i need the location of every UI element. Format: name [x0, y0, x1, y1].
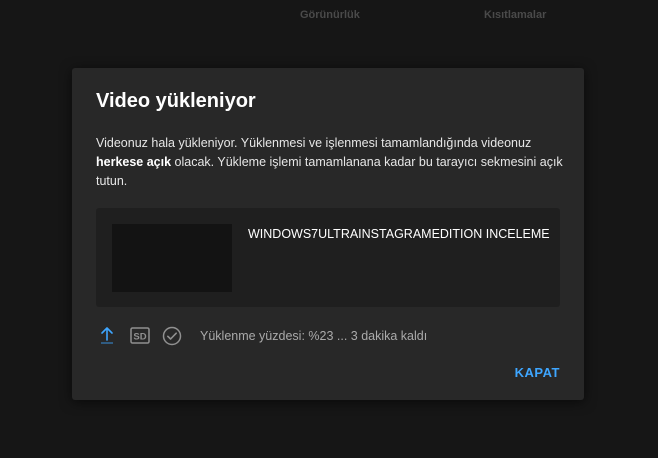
video-card: WINDOWS7ULTRAINSTAGRAMEDITION INCELEME: [96, 208, 560, 307]
message-text-1: Videonuz hala yükleniyor. Yüklenmesi ve …: [96, 136, 532, 150]
video-thumbnail: [112, 224, 232, 292]
close-button[interactable]: KAPAT: [515, 365, 560, 380]
dialog-message: Videonuz hala yükleniyor. Yüklenmesi ve …: [96, 134, 566, 191]
background-table-header: Görünürlük Kısıtlamalar: [0, 0, 658, 30]
message-visibility-bold: herkese açık: [96, 155, 172, 169]
video-title: WINDOWS7ULTRAINSTAGRAMEDITION INCELEME: [248, 227, 550, 241]
sd-icon: SD: [130, 327, 150, 349]
upload-dialog: Video yükleniyor Videonuz hala yükleniyo…: [72, 68, 584, 400]
dialog-title: Video yükleniyor: [96, 90, 256, 112]
upload-status-row: SD Yüklenme yüzdesi: %23 ... 3 dakika ka…: [96, 324, 560, 348]
svg-text:SD: SD: [133, 332, 146, 343]
column-visibility: Görünürlük: [300, 9, 360, 21]
upload-icon: [100, 326, 114, 349]
check-circle-icon: [162, 326, 182, 351]
upload-progress-text: Yüklenme yüzdesi: %23 ... 3 dakika kaldı: [200, 329, 428, 343]
column-restrictions: Kısıtlamalar: [484, 9, 547, 21]
